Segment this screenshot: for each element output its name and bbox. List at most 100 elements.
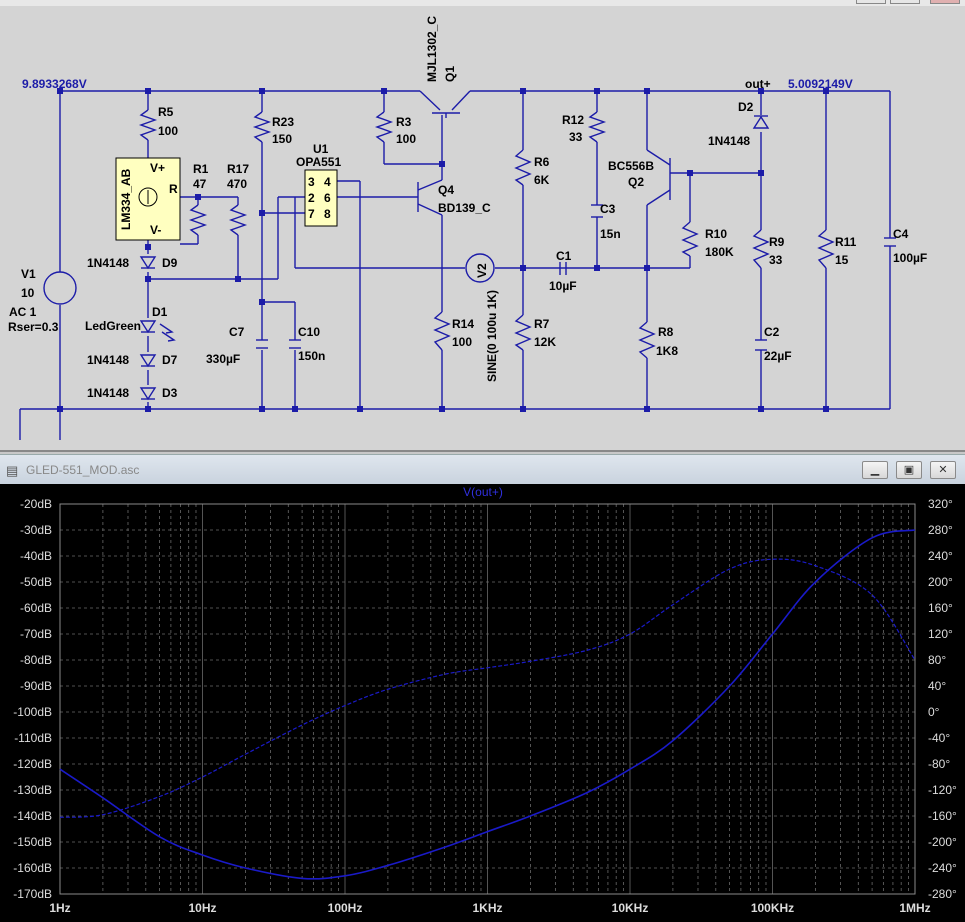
c7-ref: C7 <box>229 325 245 339</box>
y-tick-label-right: 200° <box>928 575 953 589</box>
c1-ref: C1 <box>556 249 572 263</box>
r12-ref: R12 <box>562 113 584 127</box>
schematic-window[interactable]: LM334_AB V+ R V- 3 4 2 6 7 8 9.8933268V … <box>0 0 965 452</box>
c2-ref: C2 <box>764 325 780 339</box>
r9-ref: R9 <box>769 235 785 249</box>
v1-ref: V1 <box>21 267 36 281</box>
r23-ref: R23 <box>272 115 294 129</box>
y-tick-label-right: 80° <box>928 653 946 667</box>
c1-value: 10µF <box>549 279 577 293</box>
y-tick-label-right: -160° <box>928 809 957 823</box>
y-tick-label-right: -200° <box>928 835 957 849</box>
d9-value: 1N4148 <box>87 256 129 270</box>
schematic-canvas[interactable]: LM334_AB V+ R V- 3 4 2 6 7 8 9.8933268V … <box>0 0 965 450</box>
node-voltage-left: 9.8933268V <box>22 77 87 91</box>
r11-value: 15 <box>835 253 849 267</box>
y-tick-label-left: -90dB <box>20 679 52 693</box>
r12-value: 33 <box>569 130 583 144</box>
q1-ref: Q1 <box>443 66 457 82</box>
y-tick-label-right: -240° <box>928 861 957 875</box>
y-tick-label-left: -40dB <box>20 549 52 563</box>
node-voltage-right: 5.0092149V <box>788 77 853 91</box>
waveform-window[interactable]: ▤ GLED-551_MOD.asc ▁ ▣ ✕ V(out+) -20dB -3… <box>0 454 965 922</box>
y-tick-label-right: -120° <box>928 783 957 797</box>
lm334-pin-vp: V+ <box>150 161 165 175</box>
minimize-button[interactable]: ▁ <box>862 461 888 479</box>
d3-ref: D3 <box>162 386 178 400</box>
d7-value: 1N4148 <box>87 353 129 367</box>
q2-ref: Q2 <box>628 175 644 189</box>
lm334-pin-vm: V- <box>150 223 161 237</box>
y-tick-label-left: -140dB <box>13 809 52 823</box>
d3-value: 1N4148 <box>87 386 129 400</box>
r3-ref: R3 <box>396 115 412 129</box>
c2-value: 22µF <box>764 349 792 363</box>
trace-label[interactable]: V(out+) <box>463 485 503 499</box>
v2-ref: V2 <box>475 263 489 278</box>
y-tick-label-right: -280° <box>928 887 957 901</box>
y-tick-label-right: 240° <box>928 549 953 563</box>
opamp-pin-6: 6 <box>324 191 331 205</box>
lm334-pin-r: R <box>169 182 178 196</box>
y-tick-label-right: -40° <box>928 731 950 745</box>
r17-ref: R17 <box>227 162 249 176</box>
r9-value: 33 <box>769 253 783 267</box>
close-icon: ✕ <box>938 463 948 476</box>
x-tick-label: 100KHz <box>751 901 794 915</box>
c10-value: 150n <box>298 349 325 363</box>
q4-value: BD139_C <box>438 201 491 215</box>
bode-plot[interactable]: V(out+) -20dB -30dB -40dB -50dB -60dB -70dB -8… <box>0 484 965 922</box>
y-tick-label-right: 120° <box>928 627 953 641</box>
r6-value: 6K <box>534 173 550 187</box>
d1-ref: D1 <box>152 305 168 319</box>
y-tick-label-left: -20dB <box>20 497 52 511</box>
r14-value: 100 <box>452 335 472 349</box>
y-tick-label-left: -170dB <box>13 887 52 901</box>
r8-value: 1K8 <box>656 344 678 358</box>
r8-ref: R8 <box>658 325 674 339</box>
r5-ref: R5 <box>158 105 174 119</box>
r3-value: 100 <box>396 132 416 146</box>
v1-value: 10 <box>21 286 35 300</box>
wires <box>19 90 896 440</box>
y-tick-label-right: 280° <box>928 523 953 537</box>
waveform-app-icon: ▤ <box>6 463 19 478</box>
y-tick-label-left: -70dB <box>20 627 52 641</box>
x-tick-label: 1MHz <box>899 901 930 915</box>
plot-grid <box>59 503 916 895</box>
v2-value: SINE(0 100u 1K) <box>485 290 499 382</box>
r14-ref: R14 <box>452 317 474 331</box>
y-tick-label-left: -100dB <box>13 705 52 719</box>
r1-ref: R1 <box>193 162 209 176</box>
c10-ref: C10 <box>298 325 320 339</box>
y-tick-label-left: -160dB <box>13 861 52 875</box>
waveform-titlebar[interactable]: ▤ GLED-551_MOD.asc ▁ ▣ ✕ <box>0 454 965 484</box>
y-axis-left-labels: -20dB -30dB -40dB -50dB -60dB -70dB -80dB -90dB… <box>13 497 52 901</box>
r11-ref: R11 <box>835 235 857 249</box>
d7-ref: D7 <box>162 353 178 367</box>
y-tick-label-left: -150dB <box>13 835 52 849</box>
restore-icon: ▣ <box>903 463 915 476</box>
x-axis-labels: 1Hz 10Hz 100Hz 1KHz 10KHz 100KHz 1MHz <box>49 901 930 915</box>
q4-ref: Q4 <box>438 183 454 197</box>
y-tick-label-right: 40° <box>928 679 946 693</box>
close-button[interactable]: ✕ <box>930 461 956 479</box>
r6-ref: R6 <box>534 155 550 169</box>
y-tick-label-right: 320° <box>928 497 953 511</box>
opamp-pin-2: 2 <box>308 191 315 205</box>
d2-ref: D2 <box>738 100 754 114</box>
c3-ref: C3 <box>600 202 616 216</box>
y-tick-label-right: 160° <box>928 601 953 615</box>
x-tick-label: 1Hz <box>49 901 70 915</box>
y-tick-label-left: -130dB <box>13 783 52 797</box>
y-tick-label-right: -80° <box>928 757 950 771</box>
y-tick-label-left: -110dB <box>14 731 52 745</box>
r10-ref: R10 <box>705 227 727 241</box>
out-net-label: out+ <box>745 77 771 91</box>
opamp-pin-8: 8 <box>324 207 331 221</box>
c4-value: 100µF <box>893 251 927 265</box>
y-tick-label-left: -50dB <box>20 575 52 589</box>
lm334-ref: LM334_AB <box>119 168 133 230</box>
q2-value: BC556B <box>608 159 654 173</box>
restore-button[interactable]: ▣ <box>896 461 922 479</box>
